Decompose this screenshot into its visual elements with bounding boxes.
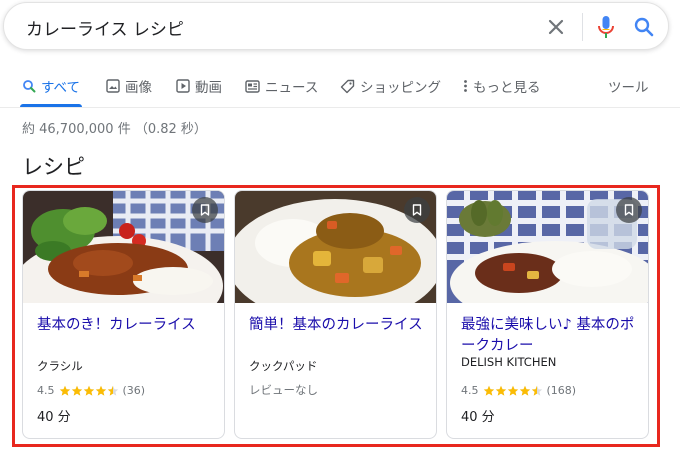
bookmark-icon bbox=[412, 204, 422, 216]
recipe-rating: 4.5 (168) bbox=[461, 384, 576, 397]
tab-label: ツール bbox=[608, 80, 649, 96]
tab-label: ニュース bbox=[265, 80, 319, 96]
star-icon bbox=[507, 385, 518, 396]
cooking-time: 40 分 bbox=[461, 410, 495, 425]
star-icon bbox=[495, 385, 506, 396]
tab-label: すべて bbox=[41, 80, 81, 96]
more-vert-icon bbox=[464, 80, 467, 92]
tab-shopping[interactable]: ショッピング bbox=[340, 74, 441, 98]
recipe-card[interactable]: 簡単！基本のカレーライス クックパッド レビューなし bbox=[234, 190, 437, 439]
recipe-source: DELISH KITCHEN bbox=[461, 355, 557, 369]
recipe-card[interactable]: 基本のき！カレーライス クラシル 4.5 (36) 40 分 bbox=[22, 190, 225, 439]
bookmark-button[interactable] bbox=[192, 197, 218, 223]
recipe-image bbox=[235, 191, 436, 303]
bookmark-icon bbox=[200, 204, 210, 216]
star-rating bbox=[483, 385, 543, 397]
star-icon bbox=[531, 385, 542, 396]
recipe-source: クラシル bbox=[37, 359, 83, 373]
active-tab-indicator bbox=[20, 104, 82, 107]
tab-news[interactable]: ニュース bbox=[245, 74, 318, 98]
rating-value: 4.5 bbox=[461, 384, 479, 397]
image-icon bbox=[106, 79, 120, 93]
search-input[interactable] bbox=[26, 15, 506, 39]
news-icon bbox=[245, 79, 260, 93]
review-count: (36) bbox=[122, 384, 146, 397]
result-stats: 約 46,700,000 件 （0.82 秒） bbox=[22, 122, 207, 137]
star-icon bbox=[519, 385, 530, 396]
recipe-title[interactable]: 最強に美味しい♪ 基本のポークカレー bbox=[461, 315, 641, 357]
recipe-image bbox=[23, 191, 224, 303]
bookmark-button[interactable] bbox=[616, 197, 642, 223]
tab-label: もっと見る bbox=[473, 80, 541, 96]
tab-videos[interactable]: 動画 bbox=[176, 74, 222, 98]
section-title: レシピ bbox=[22, 155, 85, 179]
tab-label: 動画 bbox=[195, 80, 222, 96]
search-tabs: すべて 画像 動画 ニュース ショッピング もっと見る ツール bbox=[0, 64, 680, 108]
search-icon[interactable] bbox=[632, 15, 656, 39]
cooking-time: 40 分 bbox=[37, 410, 71, 425]
star-icon bbox=[83, 385, 94, 396]
star-icon bbox=[71, 385, 82, 396]
tab-images[interactable]: 画像 bbox=[106, 74, 152, 98]
star-icon bbox=[59, 385, 70, 396]
tab-more[interactable]: もっと見る bbox=[463, 74, 541, 98]
recipe-rating: 4.5 (36) bbox=[37, 384, 145, 397]
microphone-icon[interactable] bbox=[594, 13, 618, 41]
recipe-image bbox=[447, 191, 648, 303]
recipe-title[interactable]: 基本のき！カレーライス bbox=[37, 315, 217, 336]
recipe-source: クックパッド bbox=[249, 359, 318, 373]
clear-icon[interactable] bbox=[544, 15, 568, 39]
tab-label: 画像 bbox=[125, 80, 152, 96]
search-icon bbox=[23, 80, 36, 93]
bookmark-icon bbox=[624, 204, 634, 216]
divider bbox=[582, 13, 583, 41]
bookmark-button[interactable] bbox=[404, 197, 430, 223]
review-count: (168) bbox=[546, 384, 577, 397]
tag-icon bbox=[340, 79, 355, 93]
tab-all[interactable]: すべて bbox=[22, 74, 80, 98]
recipe-card[interactable]: 最強に美味しい♪ 基本のポークカレー DELISH KITCHEN 4.5 (1… bbox=[446, 190, 649, 439]
star-rating bbox=[59, 385, 119, 397]
video-icon bbox=[176, 79, 190, 93]
rating-value: 4.5 bbox=[37, 384, 55, 397]
star-icon bbox=[107, 385, 118, 396]
star-icon bbox=[483, 385, 494, 396]
recipe-title[interactable]: 簡単！基本のカレーライス bbox=[249, 315, 429, 336]
star-icon bbox=[95, 385, 106, 396]
tab-tools[interactable]: ツール bbox=[608, 74, 649, 98]
search-bar bbox=[3, 2, 669, 50]
tab-label: ショッピング bbox=[360, 80, 441, 96]
no-review-label: レビューなし bbox=[249, 383, 318, 397]
